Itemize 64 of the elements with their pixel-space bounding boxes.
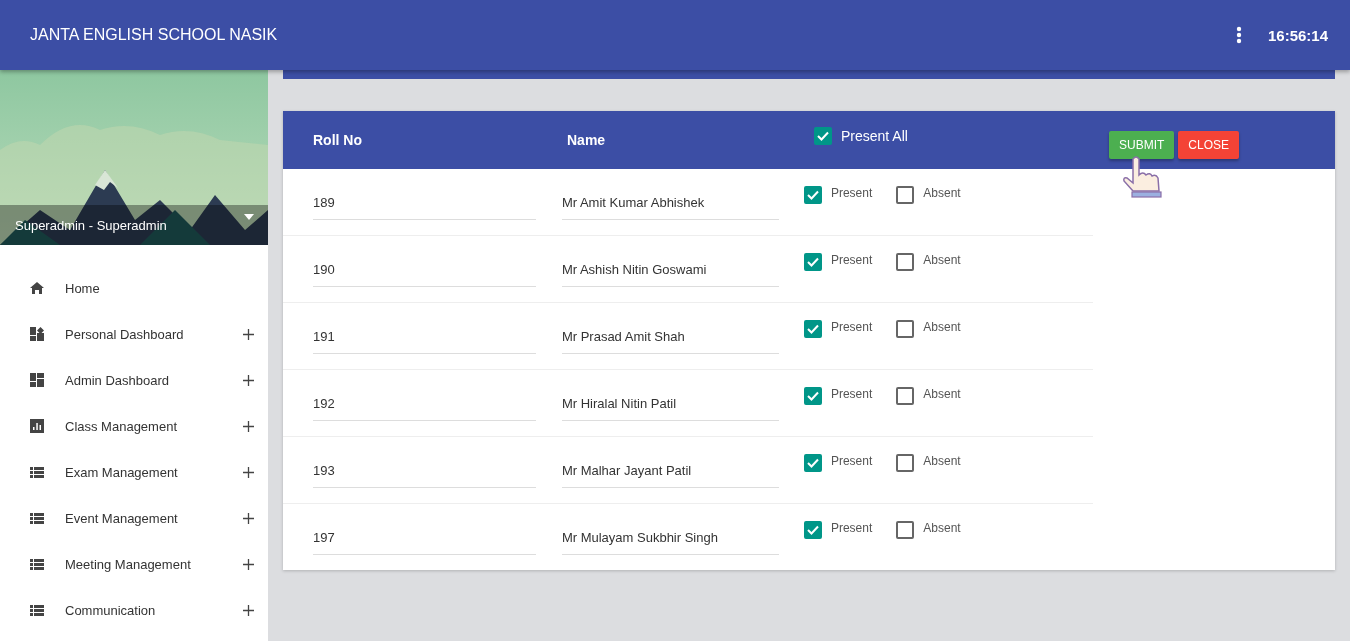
check-icon <box>806 391 819 401</box>
home-icon <box>30 281 44 295</box>
check-icon <box>806 324 819 334</box>
column-header: Roll No <box>313 132 363 148</box>
plus-icon[interactable] <box>243 374 254 386</box>
check-icon <box>806 525 819 535</box>
sidebar-menu-item[interactable]: Communication <box>0 587 268 633</box>
student-name-field: Mr Prasad Amit Shah <box>561 329 779 354</box>
bar-chart-icon <box>30 419 44 433</box>
dropdown-caret-icon[interactable] <box>244 214 254 220</box>
sidebar-menu-item[interactable]: Personal Dashboard <box>0 311 268 357</box>
dashboard-icon <box>30 373 44 387</box>
sidebar-menu-item[interactable]: Exam Management <box>0 449 268 495</box>
check-icon <box>817 131 829 141</box>
present-checkbox[interactable]: Present <box>803 320 873 337</box>
close-button[interactable]: CLOSE <box>1178 131 1240 159</box>
student-name-field: Mr Hiralal Nitin Patil <box>561 396 779 421</box>
roll-number-field: 193 <box>313 463 536 488</box>
check-icon <box>806 190 819 200</box>
present-checkbox[interactable]: Present <box>803 454 873 471</box>
plus-icon[interactable] <box>243 466 254 478</box>
roll-number-field: 197 <box>313 530 536 555</box>
sidebar-menu-item[interactable]: Home <box>0 265 268 311</box>
check-icon <box>806 257 819 267</box>
roll-number-field: 190 <box>313 262 536 287</box>
list-icon <box>30 557 44 571</box>
plus-icon[interactable] <box>243 558 254 570</box>
plus-icon[interactable] <box>243 512 254 524</box>
absent-checkbox[interactable]: Absent <box>896 253 961 270</box>
sidebar-menu-item[interactable]: Class Management <box>0 403 268 449</box>
student-name-field: Mr Amit Kumar Abhishek <box>561 195 779 220</box>
plus-icon[interactable] <box>243 420 254 432</box>
present-checkbox[interactable]: Present <box>803 521 873 538</box>
list-icon <box>30 465 44 479</box>
sidebar-menu-item[interactable]: Event Management <box>0 495 268 541</box>
absent-checkbox[interactable]: Absent <box>896 320 961 337</box>
dashboard-icon <box>30 327 44 341</box>
student-name-field: Mr Malhar Jayant Patil <box>561 463 779 488</box>
present-all-checkbox[interactable]: Present All <box>814 127 1109 145</box>
check-icon <box>806 458 819 468</box>
school-title: JANTA ENGLISH SCHOOL NASIK <box>30 26 278 44</box>
absent-checkbox[interactable]: Absent <box>896 387 961 404</box>
list-icon <box>30 603 44 617</box>
plus-icon[interactable] <box>243 604 254 616</box>
roll-number-field: 192 <box>313 396 536 421</box>
absent-checkbox[interactable]: Absent <box>896 186 961 203</box>
user-name: Superadmin - Superadmin <box>15 217 167 233</box>
roll-number-field: 189 <box>313 195 536 220</box>
sidebar-menu-item[interactable]: Meeting Management <box>0 541 268 587</box>
profile-bar[interactable]: Superadmin - Superadmin <box>0 205 268 245</box>
present-checkbox[interactable]: Present <box>803 387 873 404</box>
list-icon <box>30 511 44 525</box>
roll-number-field: 191 <box>313 329 536 354</box>
present-checkbox[interactable]: Present <box>803 253 873 270</box>
student-name-field: Mr Ashish Nitin Goswami <box>561 262 779 287</box>
plus-icon[interactable] <box>243 328 254 340</box>
column-header: Name <box>567 132 607 148</box>
absent-checkbox[interactable]: Absent <box>896 521 961 538</box>
present-checkbox[interactable]: Present <box>803 186 873 203</box>
clock-time: 16:56:14 <box>1267 26 1328 44</box>
more-options-icon[interactable] <box>1235 26 1242 44</box>
absent-checkbox[interactable]: Absent <box>896 454 961 471</box>
student-name-field: Mr Mulayam Sukbhir Singh <box>561 530 779 555</box>
sidebar-menu-item[interactable]: Admin Dashboard <box>0 357 268 403</box>
